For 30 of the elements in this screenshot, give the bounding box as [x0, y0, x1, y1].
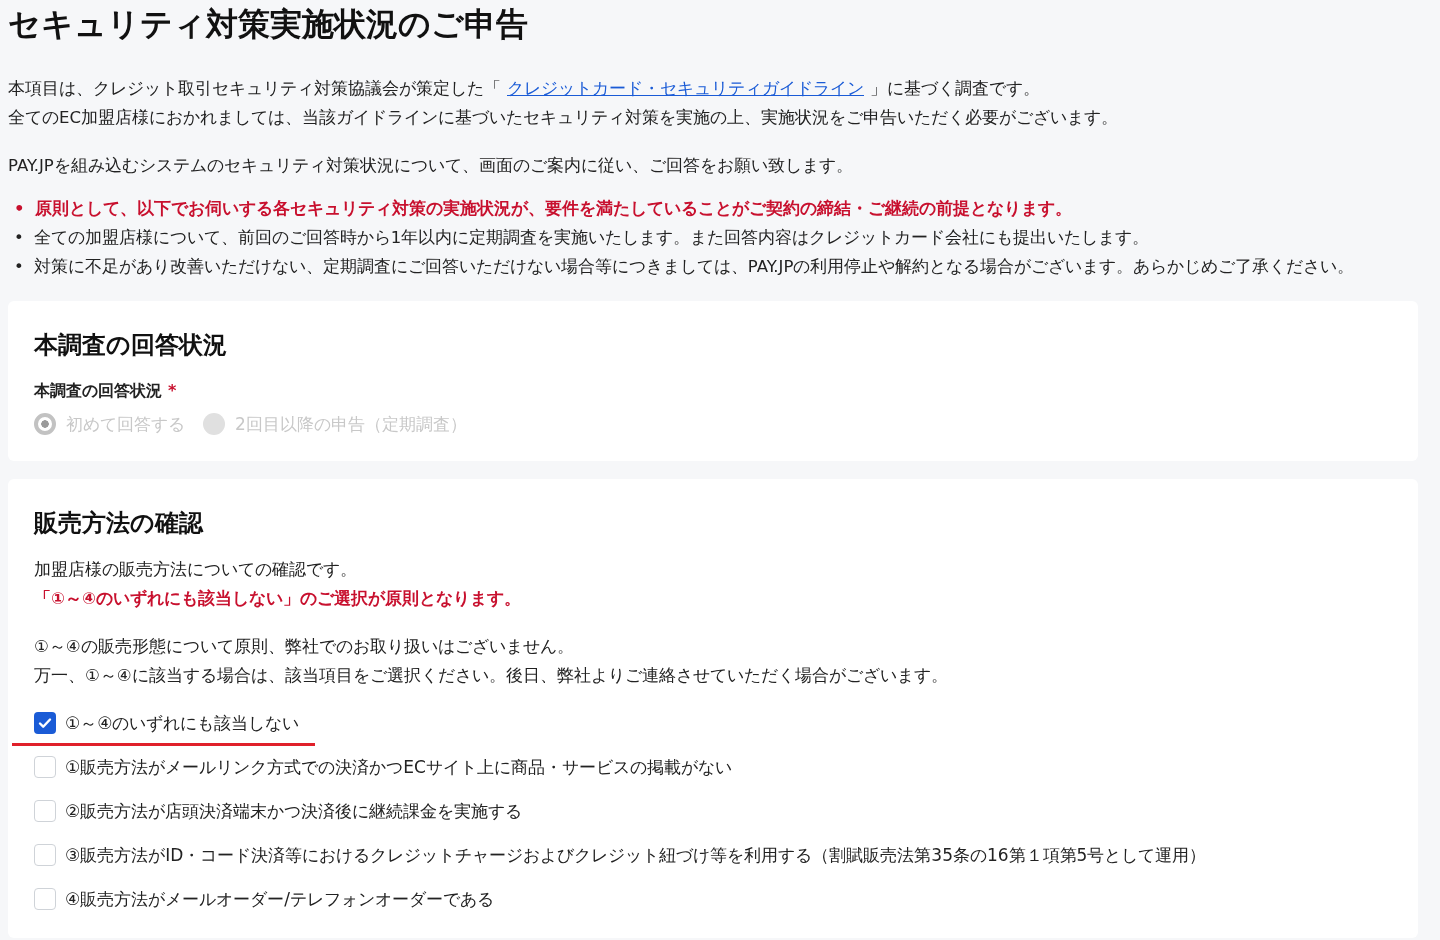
checkbox-label: ②販売方法が店頭決済端末かつ決済後に継続課金を実施する [65, 800, 523, 823]
intro-paragraph: 全てのEC加盟店様におかれましては、当該ガイドラインに基づいたセキュリティ対策を実施の上、実施状況をご申告いただく必要がございます。 [8, 107, 1119, 129]
guideline-link[interactable]: クレジットカード・セキュリティガイドライン [507, 79, 864, 98]
checkbox-label: ④販売方法がメールオーダー/テレフォンオーダーである [65, 888, 494, 911]
bullet-mark: • [14, 198, 25, 220]
checkbox-label: ③販売方法がID・コード決済等におけるクレジットチャージおよびクレジット紐づけ等を利用する（割賦販売法第35条の16第１項第5号として運用） [65, 844, 1207, 867]
note-text: 万一、①～④に該当する場合は、該当項目をご選択ください。後日、弊社よりご連絡させていただく場合がございます。 [34, 665, 949, 687]
notice-item: 原則として、以下でお伺いする各セキュリティ対策の実施状況が、要件を満たしていることがご契約の締結・ご継続の前提となります。 [34, 198, 1072, 220]
page-title: セキュリティ対策実施状況のご申告 [8, 4, 529, 45]
intro-paragraph: 本項目は、クレジット取引セキュリティ対策協議会が策定した「 クレジットカード・セキュリティガイドライン 」に基づく調査です。 [8, 78, 1041, 100]
checkbox[interactable] [34, 800, 56, 822]
checkbox-label: ①～④のいずれにも該当しない [65, 712, 300, 735]
section-heading: 販売方法の確認 [34, 508, 205, 539]
section-heading: 本調査の回答状況 [34, 330, 228, 361]
bullet-mark: • [14, 256, 24, 278]
checkbox[interactable] [34, 712, 56, 734]
intro-note: PAY.JPを組み込むシステムのセキュリティ対策状況について、画面のご案内に従い、ご回答をお願い致します。 [8, 155, 854, 177]
notice-item: 全ての加盟店様について、前回のご回答時から1年以内に定期調査を実施いたします。また回答内容はクレジットカード会社にも提出いたします。 [33, 227, 1150, 249]
checkbox[interactable] [34, 756, 56, 778]
check-icon [37, 715, 53, 731]
bullet-mark: • [14, 227, 24, 249]
note-text: ①～④の販売形態について原則、弊社でのお取り扱いはございません。 [34, 636, 575, 658]
notice-item: 対策に不足があり改善いただけない、定期調査にご回答いただけない場合等につきましては、PAY.JPの利用停止や解約となる場合がございます。あらかじめご了承ください。 [33, 256, 1355, 278]
checkbox[interactable] [34, 888, 56, 910]
section-description: 加盟店様の販売方法についての確認です。 [34, 559, 358, 581]
field-label: 本調査の回答状況 [34, 380, 162, 402]
required-mark: * [168, 380, 177, 402]
checkbox[interactable] [34, 844, 56, 866]
checkbox-label: ①販売方法がメールリンク方式での決済かつECサイト上に商品・サービスの掲載がない [65, 756, 732, 779]
emphasis-note: 「①～④のいずれにも該当しない」のご選択が原則となります。 [34, 588, 522, 610]
